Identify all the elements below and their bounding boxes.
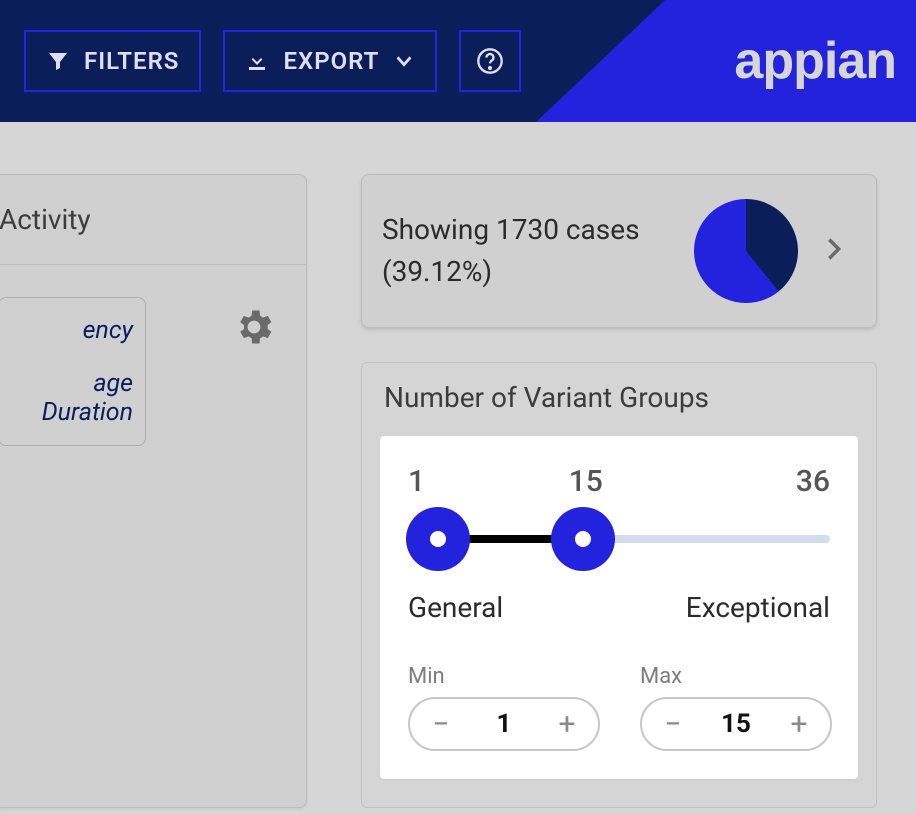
slider-label-general: General (408, 591, 503, 624)
right-column: Showing 1730 cases (39.12%) Number of Va… (361, 174, 877, 808)
min-decrement-button[interactable]: − (428, 707, 454, 742)
variant-panel-body: 1 36 15 General Exceptional (380, 436, 858, 779)
chevron-down-icon (393, 50, 415, 72)
slider-track[interactable] (408, 505, 830, 573)
legend-item-duration: age Duration (0, 369, 133, 427)
slider-max-label: 36 (796, 464, 830, 499)
stepper-row: Min − 1 + Max − 15 + (408, 664, 830, 751)
variant-groups-panel: Number of Variant Groups 1 36 15 (361, 362, 877, 808)
activity-legend: ency age Duration (0, 297, 146, 446)
min-stepper-label: Min (408, 664, 600, 689)
cases-text: Showing 1730 cases (39.12%) (382, 209, 672, 293)
gear-icon[interactable] (232, 305, 276, 353)
top-nav: FILTERS EXPORT appian (0, 0, 916, 122)
filters-button[interactable]: FILTERS (24, 30, 201, 92)
max-increment-button[interactable]: + (786, 707, 812, 742)
cases-pie-chart (694, 199, 798, 303)
slider-handle-max[interactable] (551, 507, 615, 571)
max-value: 15 (721, 709, 751, 739)
min-increment-button[interactable]: + (554, 707, 580, 742)
main-area: Activity ency age Duration Showing 1730 … (0, 122, 916, 808)
slider-min-label: 1 (408, 464, 425, 499)
activity-panel: Activity ency age Duration (0, 174, 307, 808)
min-stepper: − 1 + (408, 697, 600, 751)
slider-end-labels: General Exceptional (408, 591, 830, 624)
help-button[interactable] (459, 30, 521, 92)
activity-panel-title: Activity (0, 175, 306, 265)
max-decrement-button[interactable]: − (660, 707, 686, 742)
help-icon (476, 47, 504, 75)
brand-logo: appian (734, 31, 896, 91)
max-stepper-col: Max − 15 + (640, 664, 832, 751)
variant-slider: 1 36 15 General Exceptional (408, 464, 830, 624)
handle-dot (430, 531, 446, 547)
variant-panel-title: Number of Variant Groups (362, 363, 876, 436)
cases-line1: Showing 1730 cases (382, 209, 672, 251)
activity-panel-body: ency age Duration (0, 265, 306, 446)
max-stepper: − 15 + (640, 697, 832, 751)
cases-summary-card[interactable]: Showing 1730 cases (39.12%) (361, 174, 877, 328)
filters-label: FILTERS (84, 47, 179, 75)
download-icon (245, 49, 269, 73)
chevron-right-icon[interactable] (820, 235, 848, 267)
max-stepper-label: Max (640, 664, 832, 689)
legend-item-frequency: ency (0, 316, 133, 345)
slider-handle-min[interactable] (406, 507, 470, 571)
slider-current-label: 15 (569, 464, 603, 499)
cases-line2: (39.12%) (382, 251, 672, 293)
filter-icon (46, 49, 70, 73)
handle-dot (575, 531, 591, 547)
slider-label-exceptional: Exceptional (686, 591, 830, 624)
export-button[interactable]: EXPORT (223, 30, 437, 92)
min-value: 1 (497, 709, 512, 739)
export-label: EXPORT (283, 47, 379, 75)
min-stepper-col: Min − 1 + (408, 664, 600, 751)
slider-scale: 1 36 (408, 464, 830, 499)
